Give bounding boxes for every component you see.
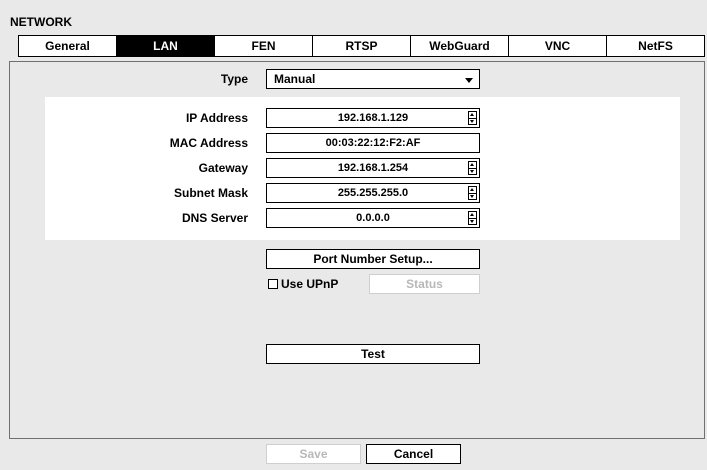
spin-down-icon bbox=[470, 195, 474, 198]
spin-up-icon bbox=[470, 188, 474, 191]
dns-server-field[interactable]: 0.0.0.0 bbox=[266, 208, 480, 228]
dns-server-spinner[interactable] bbox=[468, 211, 477, 225]
mac-address-label: MAC Address bbox=[169, 136, 248, 150]
subnet-mask-value: 255.255.255.0 bbox=[337, 187, 409, 199]
status-button[interactable]: Status bbox=[369, 274, 480, 294]
test-button[interactable]: Test bbox=[266, 344, 480, 364]
tab-rtsp[interactable]: RTSP bbox=[313, 36, 411, 56]
spin-up-icon bbox=[470, 113, 474, 116]
save-button[interactable]: Save bbox=[266, 444, 361, 464]
mac-address-value: 00:03:22:12:F2:AF bbox=[325, 137, 421, 149]
gateway-spinner[interactable] bbox=[468, 161, 477, 175]
ip-address-field[interactable]: 192.168.1.129 bbox=[266, 108, 480, 128]
type-select[interactable]: Manual bbox=[266, 69, 480, 89]
ip-address-spinner[interactable] bbox=[468, 111, 477, 125]
dns-server-value: 0.0.0.0 bbox=[356, 212, 390, 224]
tab-bar: General LAN FEN RTSP WebGuard VNC NetFS bbox=[18, 35, 705, 57]
spin-up-icon bbox=[470, 213, 474, 216]
mac-address-field: 00:03:22:12:F2:AF bbox=[266, 133, 480, 153]
tab-webguard[interactable]: WebGuard bbox=[411, 36, 509, 56]
tab-vnc[interactable]: VNC bbox=[509, 36, 607, 56]
gateway-label: Gateway bbox=[198, 161, 248, 175]
ip-address-value: 192.168.1.129 bbox=[337, 112, 409, 124]
spin-down-icon bbox=[470, 220, 474, 223]
use-upnp-option[interactable]: Use UPnP bbox=[268, 277, 338, 291]
spin-down-icon bbox=[470, 120, 474, 123]
subnet-mask-field[interactable]: 255.255.255.0 bbox=[266, 183, 480, 203]
tab-general[interactable]: General bbox=[19, 36, 117, 56]
use-upnp-checkbox[interactable] bbox=[268, 279, 278, 289]
subnet-mask-label: Subnet Mask bbox=[173, 186, 248, 200]
tab-lan[interactable]: LAN bbox=[117, 36, 215, 56]
gateway-field[interactable]: 192.168.1.254 bbox=[266, 158, 480, 178]
gateway-value: 192.168.1.254 bbox=[337, 162, 409, 174]
cancel-button[interactable]: Cancel bbox=[366, 444, 461, 464]
port-number-setup-button[interactable]: Port Number Setup... bbox=[266, 249, 480, 269]
spin-up-icon bbox=[470, 163, 474, 166]
chevron-down-icon bbox=[465, 78, 473, 83]
type-select-value: Manual bbox=[274, 72, 316, 86]
tab-fen[interactable]: FEN bbox=[215, 36, 313, 56]
subnet-mask-spinner[interactable] bbox=[468, 186, 477, 200]
dns-server-label: DNS Server bbox=[181, 211, 248, 225]
spin-down-icon bbox=[470, 170, 474, 173]
ip-address-label: IP Address bbox=[185, 111, 248, 125]
window-title: NETWORK bbox=[10, 15, 72, 29]
type-label: Type bbox=[220, 72, 248, 86]
tab-netfs[interactable]: NetFS bbox=[607, 36, 704, 56]
use-upnp-label: Use UPnP bbox=[281, 277, 339, 291]
